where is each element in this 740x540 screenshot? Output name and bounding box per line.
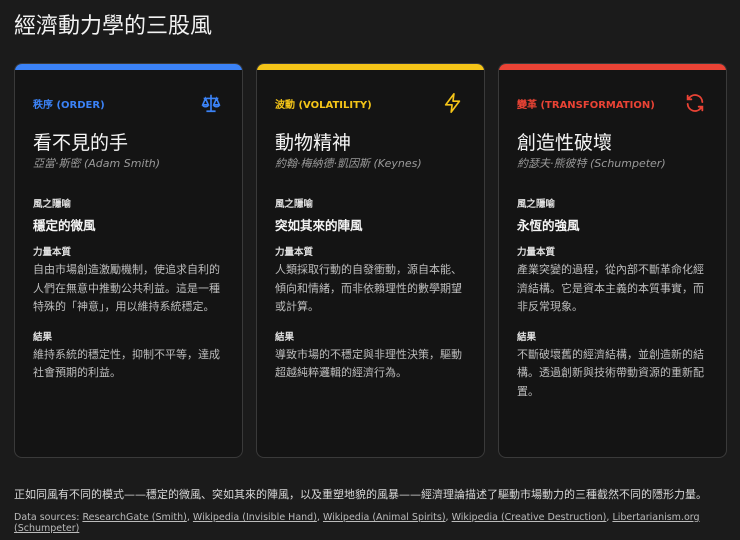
nature-text: 自由市場創造激勵機制，使追求自利的人們在無意中推動公共利益。這是一種特殊的「神意… bbox=[33, 263, 220, 313]
result-text: 導致市場的不穩定與非理性決策，驅動超越純粹邏輯的經濟行為。 bbox=[275, 347, 462, 380]
source-link[interactable]: Wikipedia (Animal Spirits) bbox=[323, 512, 446, 523]
result-text: 不斷破壞舊的經濟結構，並創造新的結構。透過創新與技術帶動資源的重新配置。 bbox=[517, 347, 704, 398]
source-link[interactable]: ResearchGate (Smith) bbox=[82, 512, 186, 523]
card-2: 變革 (TRANSFORMATION) 創造性破壞 約瑟夫·熊彼特 (Schum… bbox=[498, 63, 727, 458]
metaphor-label: 風之隱喻 bbox=[33, 199, 72, 210]
result-label: 結果 bbox=[33, 331, 53, 343]
source-link[interactable]: Wikipedia (Invisible Hand) bbox=[193, 512, 317, 523]
metaphor-label: 風之隱喻 bbox=[275, 199, 314, 210]
nature-label: 力量本質 bbox=[517, 247, 556, 258]
metaphor-value: 永恆的強風 bbox=[517, 218, 580, 233]
metaphor-value: 穩定的微風 bbox=[33, 218, 96, 233]
card-author: 亞當·斯密 (Adam Smith) bbox=[33, 157, 161, 170]
card-accent-bar bbox=[15, 64, 242, 70]
card-title: 看不見的手 bbox=[33, 132, 129, 154]
summary-text: 正如同風有不同的模式——穩定的微風、突如其來的陣風，以及重塑地貌的風暴——經濟理… bbox=[14, 488, 707, 501]
card-author: 約翰·梅納德·凱因斯 (Keynes) bbox=[275, 157, 422, 170]
nature-label: 力量本質 bbox=[33, 247, 72, 258]
scale-icon bbox=[200, 92, 222, 114]
refresh-icon bbox=[684, 92, 706, 114]
card-0: 秩序 (ORDER) 看不見的手 亞當·斯密 (Adam Smith) 風之隱喻… bbox=[14, 63, 243, 458]
card-accent-bar bbox=[499, 64, 726, 70]
lightning-icon bbox=[442, 92, 464, 114]
data-sources: Data sources: ResearchGate (Smith), Wiki… bbox=[14, 512, 700, 534]
card-author: 約瑟夫·熊彼特 (Schumpeter) bbox=[517, 157, 666, 170]
result-label: 結果 bbox=[275, 331, 295, 343]
card-category: 秩序 (ORDER) bbox=[33, 100, 105, 111]
card-title: 動物精神 bbox=[275, 132, 352, 154]
source-link[interactable]: Wikipedia (Creative Destruction) bbox=[452, 512, 607, 523]
nature-label: 力量本質 bbox=[275, 247, 314, 258]
page-title: 經濟動力學的三股風 bbox=[14, 14, 213, 39]
card-1: 波動 (VOLATILITY) 動物精神 約翰·梅納德·凱因斯 (Keynes)… bbox=[256, 63, 485, 458]
nature-text: 產業突變的過程，從內部不斷革命化經濟結構。它是資本主義的本質事實，而非反常現象。 bbox=[517, 263, 704, 313]
result-label: 結果 bbox=[517, 331, 537, 343]
metaphor-label: 風之隱喻 bbox=[517, 199, 556, 210]
nature-text: 人類採取行動的自發衝動，源自本能、傾向和情緒，而非依賴理性的數學期望或計算。 bbox=[275, 263, 462, 313]
card-category: 變革 (TRANSFORMATION) bbox=[517, 100, 655, 111]
card-category: 波動 (VOLATILITY) bbox=[275, 100, 372, 111]
metaphor-value: 突如其來的陣風 bbox=[275, 218, 363, 233]
card-title: 創造性破壞 bbox=[517, 132, 613, 154]
result-text: 維持系統的穩定性，抑制不平等，達成社會預期的利益。 bbox=[33, 347, 220, 380]
card-accent-bar bbox=[257, 64, 484, 70]
sources-label: Data sources: bbox=[14, 512, 80, 523]
